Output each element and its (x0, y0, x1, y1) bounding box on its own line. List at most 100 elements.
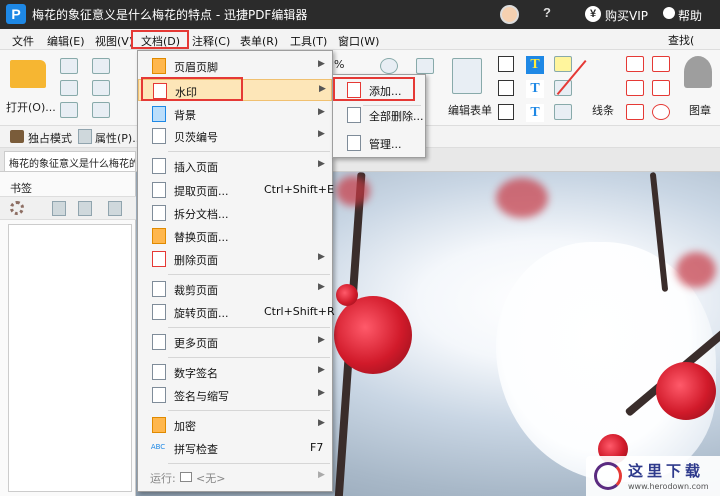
stamp-label[interactable]: 图章 (689, 102, 711, 118)
menu-bates-numbering[interactable]: 贝茨编号 ▶ (138, 125, 332, 147)
encrypt-label: 加密 (174, 420, 196, 433)
solo-mode-button[interactable]: 独占模式 (28, 130, 72, 146)
blossom-blur-3 (676, 252, 716, 288)
submenu-arrow-icon: ▶ (318, 470, 325, 480)
properties-icon[interactable] (78, 129, 92, 144)
pentagon-tool-icon[interactable] (652, 80, 670, 96)
menu-digital-signature[interactable]: 数字签名 ▶ (138, 361, 332, 383)
select-icon[interactable] (416, 58, 434, 74)
zoom-value[interactable]: % (334, 58, 344, 71)
folder-open-icon[interactable] (10, 60, 46, 88)
menu-bar: 文件 编辑(E) 视图(V) 文档(D) 注释(C) 表单(R) 工具(T) 窗… (0, 29, 720, 50)
cloud-tool-icon[interactable] (652, 104, 670, 120)
question-icon[interactable]: ? (543, 5, 551, 20)
stamp-icon[interactable] (684, 56, 712, 88)
new-doc-icon[interactable] (60, 102, 78, 118)
arrow-tool-icon[interactable] (626, 56, 644, 72)
document-tab[interactable]: 梅花的象征意义是什么梅花的 (4, 151, 136, 171)
more-pages-label: 更多页面 (174, 337, 218, 350)
menu-separator (168, 274, 330, 275)
rectangle-tool-icon[interactable] (626, 104, 644, 120)
document-dropdown-menu: 页眉页脚 ▶ 水印 ▶ 背景 ▶ 贝茨编号 ▶ 插入页面 ▶ 提取页面... C… (137, 50, 335, 492)
bookmark-collapse-icon[interactable] (78, 201, 92, 216)
submenu-arrow-icon: ▶ (318, 107, 325, 117)
menu-window[interactable]: 窗口(W) (338, 33, 379, 49)
rotate-pages-icon (152, 304, 166, 320)
menu-header-footer[interactable]: 页眉页脚 ▶ (138, 55, 332, 77)
underline-icon[interactable]: T (526, 104, 544, 122)
help-icon[interactable] (663, 7, 675, 19)
bookmark-expand-icon[interactable] (52, 201, 66, 216)
edit-form-icon[interactable] (452, 58, 482, 94)
menu-crop-pages[interactable]: 裁剪页面 ▶ (138, 278, 332, 300)
blossom-right (656, 362, 716, 420)
menu-form[interactable]: 表单(R) (240, 33, 278, 49)
header-footer-label: 页眉页脚 (174, 61, 218, 74)
find-button[interactable]: 查找( (668, 32, 694, 48)
zoom-in-icon[interactable] (380, 58, 398, 74)
submenu-arrow-icon: ▶ (318, 388, 325, 398)
export-icon[interactable] (92, 102, 110, 118)
yen-icon[interactable]: ¥ (585, 6, 601, 22)
text-field-icon[interactable] (498, 56, 514, 72)
site-url: www.herodown.com (628, 482, 709, 491)
site-watermark-badge: 这里下载 www.herodown.com (586, 456, 720, 496)
menu-extract-pages[interactable]: 提取页面... Ctrl+Shift+E (138, 179, 334, 201)
app-logo-icon: P (6, 4, 26, 24)
menu-view[interactable]: 视图(V) (95, 33, 133, 49)
scan-icon[interactable] (92, 80, 110, 96)
menu-insert-pages[interactable]: 插入页面 ▶ (138, 155, 332, 177)
submenu-arrow-icon: ▶ (318, 129, 325, 139)
menu-file[interactable]: 文件 (12, 33, 34, 49)
menu-edit[interactable]: 编辑(E) (47, 33, 85, 49)
watermark-highlight-box (141, 77, 243, 101)
blossom-main (334, 296, 412, 374)
print-icon[interactable] (60, 80, 78, 96)
save-icon[interactable] (60, 58, 78, 74)
bookmarks-list[interactable] (8, 224, 132, 492)
strikeout-icon[interactable]: T (526, 80, 544, 98)
menu-encrypt[interactable]: 加密 ▶ (138, 414, 332, 436)
menu-comment[interactable]: 注释(C) (192, 33, 230, 49)
note-icon[interactable] (554, 56, 572, 72)
insert-pages-label: 插入页面 (174, 161, 218, 174)
menu-spell-check[interactable]: ABC 拼写检查 F7 (138, 437, 332, 459)
menu-replace-pages[interactable]: 替换页面... (138, 225, 332, 247)
submenu-manage[interactable]: 管理... (335, 131, 423, 155)
open-button-label[interactable]: 打开(O)... (6, 99, 56, 115)
bates-label: 贝茨编号 (174, 131, 218, 144)
menu-sign-initials[interactable]: 签名与缩写 ▶ (138, 384, 332, 406)
spell-check-label: 拼写检查 (174, 443, 218, 456)
menu-split-document[interactable]: 拆分文档... (138, 202, 332, 224)
edit-form-label[interactable]: 编辑表单 (448, 102, 492, 118)
user-avatar[interactable] (500, 5, 519, 24)
submenu-arrow-icon: ▶ (318, 159, 325, 169)
crop-pages-icon (152, 281, 166, 297)
menu-more-pages[interactable]: 更多页面 ▶ (138, 331, 332, 353)
email-icon[interactable] (92, 58, 110, 74)
help-button[interactable]: 帮助 (678, 7, 702, 24)
bookmark-add-icon[interactable] (108, 201, 122, 216)
menu-tools[interactable]: 工具(T) (290, 33, 327, 49)
menu-background[interactable]: 背景 ▶ (138, 103, 332, 125)
properties-button[interactable]: 属性(P)... (95, 130, 143, 146)
crop-pages-label: 裁剪页面 (174, 284, 218, 297)
extract-pages-label: 提取页面... (174, 185, 229, 198)
menu-rotate-pages[interactable]: 旋转页面... Ctrl+Shift+R (138, 301, 335, 323)
gear-icon[interactable] (10, 201, 24, 215)
line-tool-label[interactable]: 线条 (592, 102, 614, 118)
polyline-tool-icon[interactable] (626, 80, 644, 96)
solo-mode-icon[interactable] (10, 130, 24, 143)
site-name: 这里下载 (628, 462, 705, 480)
sound-icon[interactable] (554, 104, 572, 120)
submenu-arrow-icon: ▶ (318, 282, 325, 292)
submenu-delete-all[interactable]: 全部删除... (335, 103, 424, 127)
menu-delete-pages[interactable]: 删除页面 ▶ (138, 248, 332, 270)
callout-icon[interactable] (498, 104, 514, 120)
polygon-tool-icon[interactable] (652, 56, 670, 72)
text-box-icon[interactable] (498, 80, 514, 96)
buy-vip-button[interactable]: 购买VIP (605, 7, 648, 24)
submenu-arrow-icon: ▶ (318, 365, 325, 375)
menu-separator (168, 357, 330, 358)
typewriter-icon[interactable]: T (526, 56, 544, 74)
